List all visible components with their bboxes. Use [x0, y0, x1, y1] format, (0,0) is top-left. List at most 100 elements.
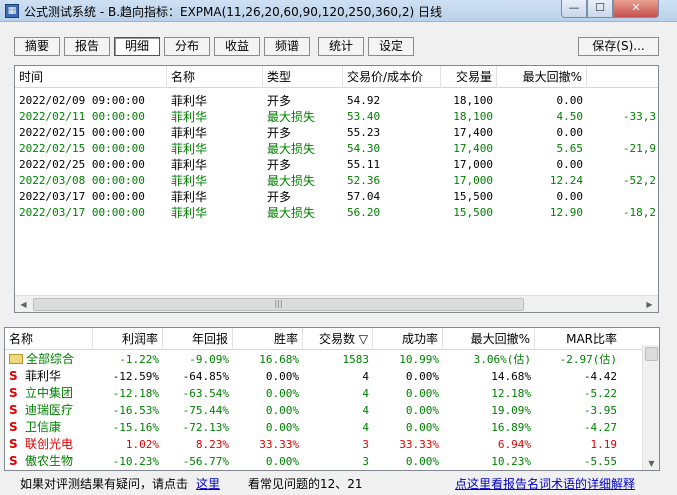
col-volume[interactable]: 交易量	[441, 66, 497, 88]
cell-extra	[587, 125, 658, 141]
col-stock-name[interactable]: 名称	[5, 328, 93, 350]
col-type[interactable]: 类型	[263, 66, 343, 88]
cell-trades: 4	[362, 370, 369, 383]
cell-annual: -9.09%	[189, 353, 229, 366]
cell-name: 菲利华	[171, 94, 208, 108]
scroll-down-icon[interactable]: ▼	[643, 455, 659, 470]
list-item[interactable]: 全部综合 -1.22% -9.09% 16.68% 1583 10.99% 3.06%(估)…	[5, 351, 644, 368]
col-success-rate[interactable]: 成功率	[373, 328, 443, 350]
tab-detail[interactable]: 明细	[114, 37, 160, 56]
col-mar-ratio[interactable]: MAR比率	[535, 328, 621, 350]
list-item[interactable]: S 迪瑞医疗 -16.53% -75.44% 0.00% 4 0.00% 19.09% -3.9…	[5, 402, 644, 419]
stock-name: 全部综合	[26, 352, 75, 366]
cell-annual: -72.13%	[182, 421, 229, 434]
terms-detail-link[interactable]: 点这里看报告名词术语的详细解释	[455, 473, 635, 495]
table-row[interactable]: 2022/02/15 00:00:00 菲利华 开多 55.23 17,400 0.00	[15, 125, 658, 141]
cell-extra	[587, 157, 658, 173]
col-time[interactable]: 时间	[15, 66, 167, 88]
col-win-rate[interactable]: 胜率	[233, 328, 303, 350]
vertical-scroll-thumb[interactable]	[645, 347, 658, 361]
col-profit-rate[interactable]: 利润率	[93, 328, 163, 350]
col-name[interactable]: 名称	[167, 66, 263, 88]
list-item[interactable]: S 菲利华 -12.59% -64.85% 0.00% 4 0.00% 14.68% -4.42	[5, 368, 644, 385]
cell-time: 2022/02/11 00:00:00	[19, 110, 145, 123]
cell-vol: 18,100	[453, 94, 493, 107]
cell-stock-name: S 迪瑞医疗	[5, 402, 93, 419]
cell-price: 54.30	[347, 142, 381, 155]
cell-name: 菲利华	[171, 142, 208, 156]
here-link[interactable]: 这里	[196, 473, 220, 495]
close-button[interactable]: ✕	[613, 0, 659, 18]
scroll-thumb[interactable]: |||	[33, 298, 524, 311]
col-price[interactable]: 交易价/成本价	[343, 66, 441, 88]
cell-time: 2022/02/15 00:00:00	[19, 142, 145, 155]
cell-mar: -5.22	[583, 387, 617, 400]
table-row[interactable]: 2022/03/17 00:00:00 菲利华 开多 57.04 15,500 0.00	[15, 189, 658, 205]
cell-dd: 0.00	[556, 158, 584, 171]
cell-mar: -4.27	[583, 421, 617, 434]
cell-extra: -33,3	[622, 110, 656, 123]
cell-dd: 12.90	[549, 206, 583, 219]
cell-time: 2022/02/15 00:00:00	[19, 126, 145, 139]
cell-extra	[587, 93, 658, 109]
cell-name: 菲利华	[171, 110, 208, 124]
cell-trades: 1583	[342, 353, 370, 366]
col-trade-count[interactable]: 交易数 ▽	[303, 328, 373, 350]
cell-mar: -3.95	[583, 404, 617, 417]
table-row[interactable]: 2022/02/11 00:00:00 菲利华 最大损失 53.40 18,100 4.5…	[15, 109, 658, 125]
list-item[interactable]: S 立中集团 -12.18% -63.54% 0.00% 4 0.00% 12.18% -5.2…	[5, 385, 644, 402]
scroll-left-icon[interactable]: ◀	[15, 296, 32, 312]
list-item[interactable]: S 联创光电 1.02% 8.23% 33.33% 3 33.33% 6.94% 1.19	[5, 436, 644, 453]
cell-mar: -5.55	[583, 455, 617, 468]
cell-win: 33.33%	[259, 438, 299, 451]
vertical-scrollbar[interactable]: ▼	[642, 345, 659, 470]
cell-trades: 3	[362, 455, 369, 468]
cell-trades: 3	[362, 438, 369, 451]
col-annual-return[interactable]: 年回报	[163, 328, 233, 350]
col-extra[interactable]	[587, 66, 658, 88]
cell-dd: 19.09%	[491, 404, 531, 417]
maximize-button[interactable]: ☐	[587, 0, 613, 18]
cell-stock-name: S 卫信康	[5, 419, 93, 436]
cell-vol: 15,500	[453, 206, 493, 219]
cell-dd: 12.24	[549, 174, 583, 187]
minimize-button[interactable]: —	[561, 0, 587, 18]
cell-dd: 5.65	[556, 142, 584, 155]
table-row[interactable]: 2022/02/25 00:00:00 菲利华 开多 55.11 17,000 0.00	[15, 157, 658, 173]
cell-win: 0.00%	[265, 387, 299, 400]
tab-settings[interactable]: 设定	[368, 37, 414, 56]
table-row[interactable]: 2022/02/09 09:00:00 菲利华 开多 54.92 18,100 0.00	[15, 93, 658, 109]
table-row[interactable]: 2022/03/17 00:00:00 菲利华 最大损失 56.20 15,500 12.…	[15, 205, 658, 221]
tab-distribution[interactable]: 分布	[164, 37, 210, 56]
cell-success: 0.00%	[405, 404, 439, 417]
horizontal-scrollbar[interactable]: ◀ ||| ▶	[15, 295, 658, 312]
tab-report[interactable]: 报告	[64, 37, 110, 56]
cell-dd: 14.68%	[491, 370, 531, 383]
summary-table-header: 名称 利润率 年回报 胜率 交易数 ▽ 成功率 最大回撤% MAR比率	[5, 328, 659, 350]
col-max-drawdown[interactable]: 最大回撤%	[443, 328, 535, 350]
cell-price: 53.40	[347, 110, 381, 123]
col-drawdown[interactable]: 最大回撤%	[497, 66, 587, 88]
stock-s-icon: S	[9, 437, 18, 451]
cell-success: 10.99%	[399, 353, 439, 366]
stock-s-icon: S	[9, 386, 18, 400]
tab-returns[interactable]: 收益	[214, 37, 260, 56]
list-item[interactable]: S 傲农生物 -10.23% -56.77% 0.00% 3 0.00% 10.23% -5.5…	[5, 453, 644, 470]
save-button[interactable]: 保存(S)...	[578, 37, 659, 56]
folder-icon	[9, 354, 23, 364]
list-item[interactable]: S 卫信康 -15.16% -72.13% 0.00% 4 0.00% 16.89% -4.27	[5, 419, 644, 436]
cell-profit: -12.18%	[112, 387, 159, 400]
tab-statistics[interactable]: 统计	[318, 37, 364, 56]
cell-time: 2022/02/25 00:00:00	[19, 158, 145, 171]
tab-spectrum[interactable]: 频谱	[264, 37, 310, 56]
cell-type: 最大损失	[267, 142, 316, 156]
cell-profit: 1.02%	[125, 438, 159, 451]
scroll-right-icon[interactable]: ▶	[641, 296, 658, 312]
detail-table-header: 时间 名称 类型 交易价/成本价 交易量 最大回撤%	[15, 66, 658, 88]
cell-vol: 17,000	[453, 174, 493, 187]
cell-time: 2022/03/17 00:00:00	[19, 206, 145, 219]
table-row[interactable]: 2022/02/15 00:00:00 菲利华 最大损失 54.30 17,400 5.6…	[15, 141, 658, 157]
cell-name: 菲利华	[171, 126, 208, 140]
tab-summary[interactable]: 摘要	[14, 37, 60, 56]
table-row[interactable]: 2022/03/08 00:00:00 菲利华 最大损失 52.36 17,000 12.…	[15, 173, 658, 189]
